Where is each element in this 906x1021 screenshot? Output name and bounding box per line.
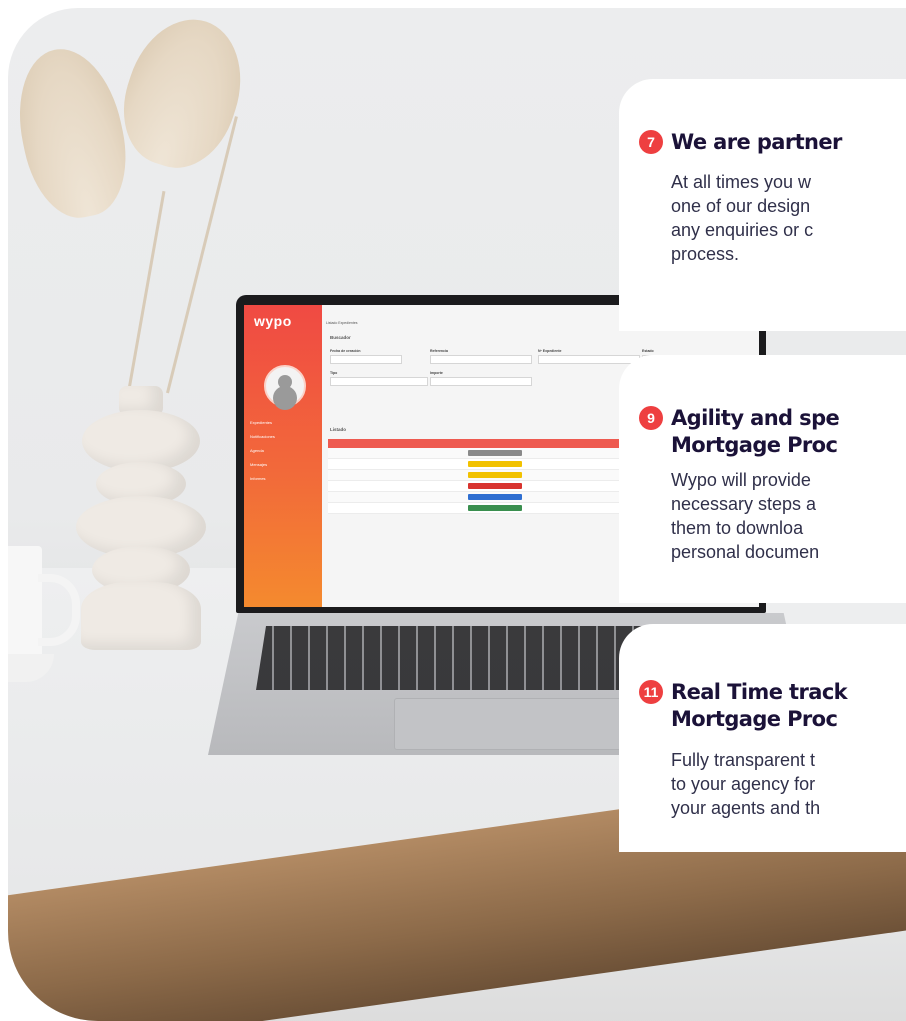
file-number-label: Nº Expediente xyxy=(538,349,562,353)
card-line: personal documen xyxy=(671,542,820,562)
step-badge: 9 xyxy=(639,406,663,430)
search-title: Buscador xyxy=(330,335,351,340)
card-header: 9 Agility and spe Mortgage Proc xyxy=(639,405,906,459)
card-line: necessary steps a xyxy=(671,494,817,514)
laptop-trackpad xyxy=(394,698,626,750)
type-label: Tipo xyxy=(330,371,338,375)
status-badge xyxy=(468,472,522,478)
nav-item-expedientes[interactable]: Expedientes xyxy=(250,420,275,425)
ceramic-vase xyxy=(66,386,216,650)
list-title: Listado xyxy=(330,427,347,432)
card-title-line: Mortgage Proc xyxy=(671,707,838,731)
step-badge: 11 xyxy=(639,680,663,704)
card-line: process. xyxy=(671,244,740,264)
card-header: 7 We are partner xyxy=(639,129,906,156)
status-badge xyxy=(468,494,522,500)
card-line: Fully transparent t xyxy=(671,750,816,770)
breadcrumb: Listado Expedientes xyxy=(326,321,358,325)
type-select[interactable] xyxy=(330,377,428,386)
nav-item-notificaciones[interactable]: Notificaciones xyxy=(250,434,275,439)
card-title-line: Real Time track xyxy=(671,680,848,704)
status-badge xyxy=(468,450,522,456)
status-badge xyxy=(468,461,522,467)
card-body: Wypo will provide necessary steps a them… xyxy=(671,468,906,564)
card-body: Fully transparent t to your agency for y… xyxy=(671,748,906,820)
card-line: At all times you w xyxy=(671,172,812,192)
amount-input[interactable] xyxy=(430,377,532,386)
card-header: 11 Real Time track Mortgage Proc xyxy=(639,679,906,733)
amount-label: Importe xyxy=(430,371,443,375)
app-nav: Expedientes Notificaciones Agenda Mensaj… xyxy=(250,420,275,490)
card-line: Wypo will provide xyxy=(671,470,811,490)
card-line: them to downloa xyxy=(671,518,804,538)
feature-card-partner: 7 We are partner At all times you w one … xyxy=(619,79,906,331)
creation-date-input[interactable] xyxy=(330,355,402,364)
card-line: one of our design xyxy=(671,196,811,216)
card-title: We are partner xyxy=(671,130,842,154)
card-line: any enquiries or c xyxy=(671,220,814,240)
card-body: At all times you w one of our design any… xyxy=(671,170,906,266)
card-title-line: Mortgage Proc xyxy=(671,433,838,457)
step-badge: 7 xyxy=(639,130,663,154)
status-label: Estado xyxy=(642,349,654,353)
feature-card-agility: 9 Agility and spe Mortgage Proc Wypo wil… xyxy=(619,355,906,603)
file-number-input[interactable] xyxy=(538,355,640,364)
reference-input[interactable] xyxy=(430,355,532,364)
nav-item-agenda[interactable]: Agenda xyxy=(250,448,275,453)
wypo-logo: wypo xyxy=(254,313,292,329)
card-title: Agility and spe Mortgage Proc xyxy=(671,405,840,459)
card-line: to your agency for xyxy=(671,774,816,794)
nav-item-informes[interactable]: Informes xyxy=(250,476,275,481)
card-title: Real Time track Mortgage Proc xyxy=(671,679,848,733)
nav-item-mensajes[interactable]: Mensajes xyxy=(250,462,275,467)
app-sidebar: wypo Expedientes Notificaciones Agenda M… xyxy=(244,305,322,607)
coffee-mug xyxy=(8,546,80,706)
creation-date-label: Fecha de creación xyxy=(330,349,361,353)
status-badge xyxy=(468,505,522,511)
reference-label: Referencia xyxy=(430,349,448,353)
card-line: your agents and th xyxy=(671,798,821,818)
user-avatar-icon xyxy=(264,365,306,407)
feature-card-tracking: 11 Real Time track Mortgage Proc Fully t… xyxy=(619,624,906,852)
card-title-line: Agility and spe xyxy=(671,406,840,430)
status-badge xyxy=(468,483,522,489)
